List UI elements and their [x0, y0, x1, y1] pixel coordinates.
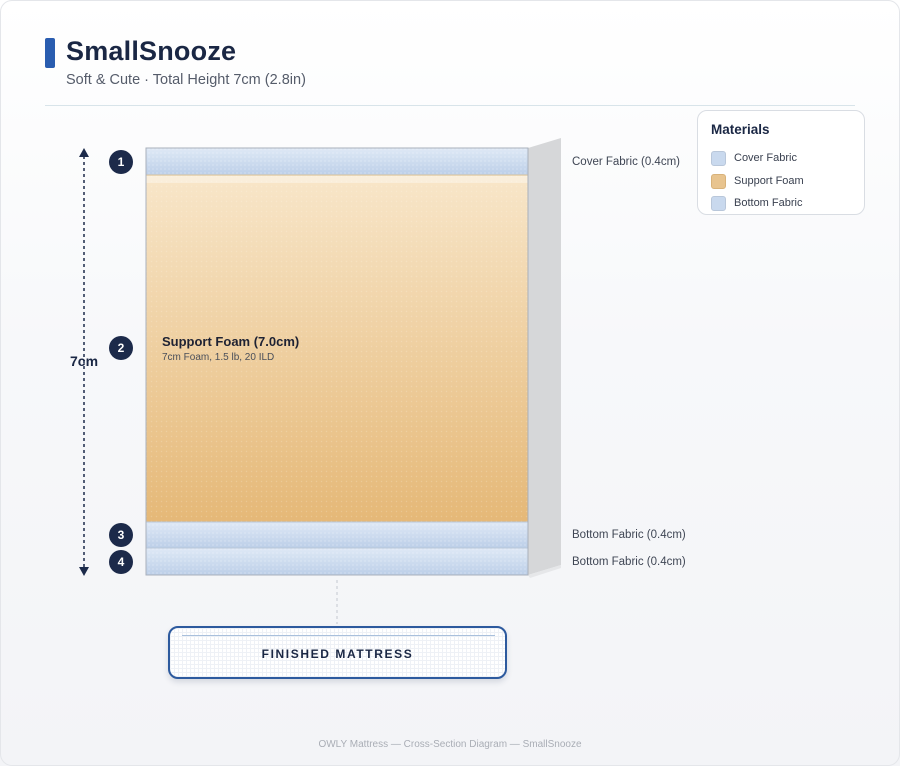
- layer-number-badge-4: 4: [109, 550, 133, 574]
- layer-label-bottom-fabric-2: Bottom Fabric (0.4cm): [572, 556, 686, 568]
- layer-number-badge-3: 3: [109, 523, 133, 547]
- height-arrow-bottom: [79, 567, 89, 576]
- materials-legend: Materials Cover Fabric Support Foam Bott…: [697, 110, 865, 215]
- legend-label: Bottom Fabric: [734, 197, 803, 209]
- layer-number-badge-1: 1: [109, 150, 133, 174]
- finished-mattress-box: FINISHED MATTRESS: [168, 626, 507, 679]
- finished-box-rule: [182, 635, 495, 636]
- finished-mattress-label: FINISHED MATTRESS: [261, 647, 414, 661]
- layer-label-bottom-fabric-1: Bottom Fabric (0.4cm): [572, 529, 686, 541]
- legend-swatch-support-foam: [711, 174, 726, 189]
- height-arrow-top: [79, 148, 89, 157]
- legend-swatch-bottom-fabric: [711, 196, 726, 211]
- support-foam-description: 7cm Foam, 1.5 lb, 20 ILD: [162, 352, 275, 363]
- support-foam-title: Support Foam (7.0cm): [162, 334, 300, 349]
- layer-number-badge-2: 2: [109, 336, 133, 360]
- legend-swatch-cover-fabric: [711, 151, 726, 166]
- mattress-side-panel: [528, 138, 561, 575]
- legend-label: Cover Fabric: [734, 152, 797, 164]
- legend-title: Materials: [711, 122, 770, 137]
- legend-label: Support Foam: [734, 175, 804, 187]
- footer-caption: OWLY Mattress — Cross-Section Diagram — …: [318, 739, 582, 750]
- layer-label-cover-fabric: Cover Fabric (0.4cm): [572, 156, 680, 168]
- total-height-label: 7cm: [70, 353, 99, 369]
